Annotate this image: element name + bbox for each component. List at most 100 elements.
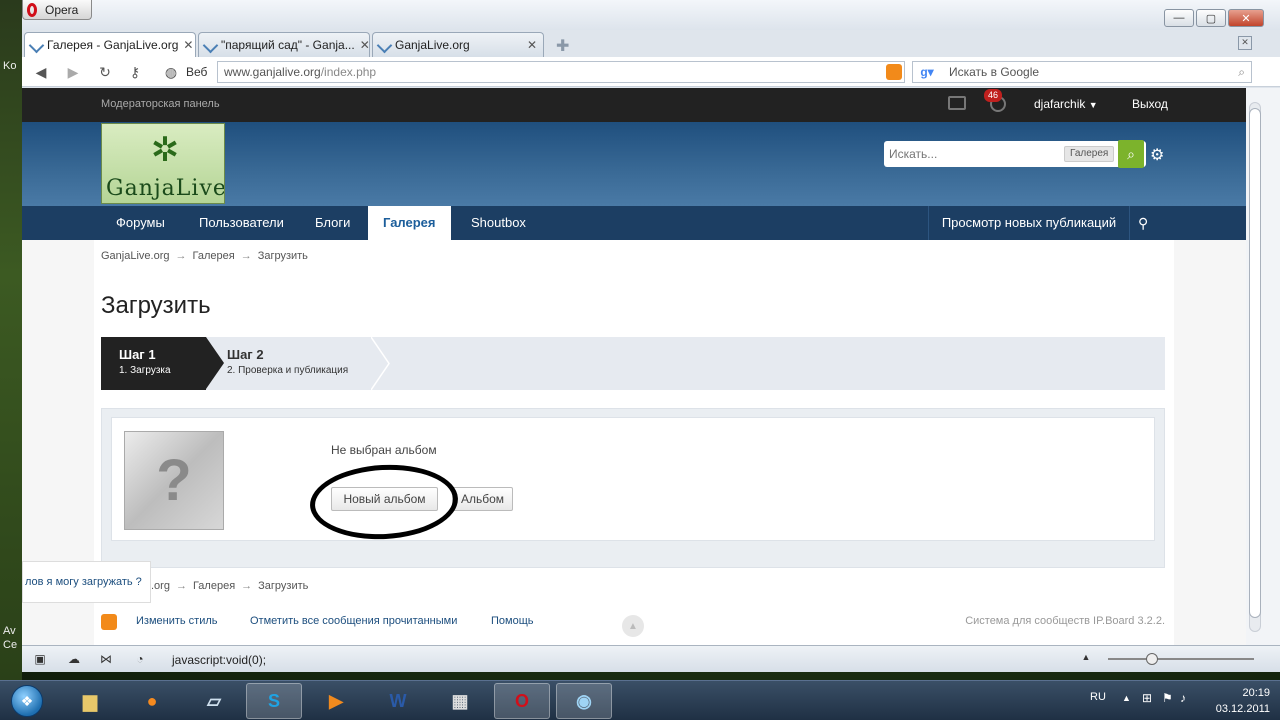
- key-icon[interactable]: ⚷: [126, 63, 144, 81]
- address-input[interactable]: www.ganjalive.org /index.php: [217, 61, 905, 83]
- upload-help-popup[interactable]: лов я могу загружать ?: [22, 561, 151, 603]
- nav-shoutbox[interactable]: Shoutbox: [456, 206, 541, 240]
- globe-taskbar-icon[interactable]: ◉: [556, 683, 612, 719]
- globe-icon: ◍: [164, 63, 178, 80]
- desktop-label: Ko: [3, 60, 17, 72]
- notification-badge: 46: [984, 89, 1003, 102]
- new-tab-icon[interactable]: ✚: [556, 36, 569, 56]
- back-icon[interactable]: ◀: [32, 63, 50, 81]
- breadcrumb-item[interactable]: GanjaLive.org: [101, 250, 170, 262]
- rss-icon[interactable]: [101, 614, 117, 630]
- cloud-icon[interactable]: ☁: [66, 652, 82, 666]
- site-footer: Изменить стиль Отметить все сообщения пр…: [101, 606, 1165, 637]
- nav-gallery[interactable]: Галерея: [368, 206, 451, 240]
- zoom-slider[interactable]: [1108, 653, 1254, 665]
- reload-icon[interactable]: ↻: [96, 63, 114, 81]
- clock[interactable]: 20:19 03.12.2011: [1216, 685, 1270, 717]
- page-scrollbar[interactable]: [1246, 88, 1280, 645]
- envelope-icon[interactable]: [948, 96, 966, 110]
- nav-blogs[interactable]: Блоги: [300, 206, 365, 240]
- tab-ganjalive[interactable]: GanjaLive.org ✕: [372, 32, 544, 57]
- status-bar: ▣ ☁ ⋈ ◔ javascript:void(0); ▲: [22, 645, 1280, 672]
- close-tab-icon[interactable]: ✕: [183, 38, 193, 52]
- opera-icon: [27, 2, 37, 17]
- user-menu[interactable]: djafarchik ▼: [1034, 97, 1098, 111]
- scroll-thumb[interactable]: [1249, 108, 1261, 618]
- breadcrumb-item[interactable]: Галерея: [193, 580, 235, 592]
- search-input[interactable]: g▾ Искать в Google ⌕: [912, 61, 1252, 83]
- word-icon[interactable]: W: [370, 683, 426, 719]
- location-pin-icon[interactable]: ⚲: [1138, 215, 1148, 232]
- skype-icon[interactable]: S: [246, 683, 302, 719]
- nav-forums[interactable]: Форумы: [101, 206, 180, 240]
- new-content-link[interactable]: Просмотр новых публикаций: [928, 206, 1130, 240]
- maximize-button[interactable]: ▢: [1196, 9, 1226, 27]
- tab-label: Галерея - GanjaLive.org: [47, 38, 179, 52]
- help-link[interactable]: Помощь: [491, 615, 534, 627]
- opera-menu-button[interactable]: Opera: [22, 0, 92, 20]
- site-logo[interactable]: ✲ GanjaLive: [101, 123, 225, 204]
- panel-toggle-icon[interactable]: ▣: [32, 652, 48, 666]
- breadcrumb-item[interactable]: .org: [151, 580, 170, 592]
- change-style-link[interactable]: Изменить стиль: [136, 615, 218, 627]
- language-indicator[interactable]: RU: [1090, 691, 1106, 703]
- step-title: Шаг 1: [119, 347, 156, 362]
- share-icon[interactable]: ⋈: [98, 652, 114, 666]
- step-arrow: [206, 337, 224, 389]
- firefox-icon[interactable]: ●: [124, 683, 180, 719]
- gear-icon[interactable]: ⚙: [1150, 145, 1164, 165]
- clock-time: 20:19: [1242, 687, 1270, 699]
- step-subtitle: 2. Проверка и публикация: [227, 365, 349, 376]
- close-window-button[interactable]: ✕: [1228, 9, 1264, 27]
- tab-bar: Галерея - GanjaLive.org ✕ "парящий сад" …: [22, 30, 1280, 57]
- google-icon[interactable]: g▾: [913, 63, 941, 81]
- opera-menu-label: Opera: [45, 2, 79, 17]
- zoom-up-icon[interactable]: ▲: [1078, 652, 1094, 666]
- rss-icon[interactable]: [886, 64, 902, 80]
- breadcrumb-item[interactable]: Галерея: [193, 250, 235, 262]
- zoom-slider-knob[interactable]: [1146, 653, 1158, 665]
- logout-link[interactable]: Выход: [1132, 97, 1168, 111]
- media-player-classic-icon[interactable]: ▦: [432, 683, 488, 719]
- tab-floating-garden[interactable]: "парящий сад" - Ganja... ✕: [198, 32, 370, 57]
- opera-taskbar-icon[interactable]: O: [494, 683, 550, 719]
- scroll-top-icon[interactable]: ▲: [622, 615, 644, 637]
- moderator-panel-link[interactable]: Модераторская панель: [101, 98, 220, 110]
- main-nav: Форумы Пользователи Блоги Галерея Shoutb…: [22, 206, 1246, 240]
- arrow-right-icon: →: [240, 250, 252, 262]
- tab-label: GanjaLive.org: [395, 38, 470, 52]
- arrow-right-icon: →: [175, 250, 187, 262]
- close-tab-icon[interactable]: ✕: [527, 38, 537, 52]
- flag-icon[interactable]: ⚑: [1162, 691, 1173, 705]
- opera-window: Opera — ▢ ✕ Галерея - GanjaLive.org ✕ "п…: [22, 0, 1280, 672]
- taskbar: ❖ ▆ ● ▱ S ▶ W ▦ O ◉ RU ▲ ⊞ ⚑ ♪ 20:19 03.…: [0, 680, 1280, 720]
- tab-gallery[interactable]: Галерея - GanjaLive.org ✕: [24, 32, 196, 57]
- site-search-input[interactable]: [884, 147, 1059, 161]
- page-title: Загрузить: [101, 292, 211, 319]
- trash-icon[interactable]: ✕: [1238, 36, 1252, 50]
- search-icon: ⌕: [1127, 145, 1135, 162]
- search-icon[interactable]: ⌕: [1238, 65, 1251, 80]
- explorer-icon[interactable]: ▆: [62, 683, 118, 719]
- address-prefix: Веб: [186, 65, 208, 79]
- site-header: ✲ GanjaLive Галерея ⌕ ⚙: [22, 122, 1246, 206]
- forward-icon[interactable]: ▶: [64, 63, 82, 81]
- album-button[interactable]: Альбом: [452, 487, 513, 511]
- minimize-button[interactable]: —: [1164, 9, 1194, 27]
- start-button[interactable]: ❖: [4, 681, 50, 720]
- network-icon[interactable]: ⊞: [1142, 691, 1152, 705]
- close-tab-icon[interactable]: ✕: [360, 38, 369, 52]
- media-player-icon[interactable]: ▶: [308, 683, 364, 719]
- mark-read-link[interactable]: Отметить все сообщения прочитанными: [250, 615, 457, 627]
- nav-users[interactable]: Пользователи: [184, 206, 299, 240]
- tray-expand-icon[interactable]: ▲: [1122, 693, 1131, 703]
- breadcrumb-item: Загрузить: [257, 250, 308, 262]
- search-button[interactable]: ⌕: [1118, 140, 1144, 168]
- step-1: Шаг 1 1. Загрузка: [101, 337, 206, 390]
- ganjalive-favicon-icon: [202, 37, 219, 53]
- tab-label: "парящий сад" - Ganja...: [221, 38, 355, 52]
- speaker-icon[interactable]: ♪: [1180, 691, 1186, 705]
- speed-dial-icon[interactable]: ◔: [132, 652, 148, 666]
- notepad-icon[interactable]: ▱: [186, 683, 242, 719]
- search-scope-badge[interactable]: Галерея: [1064, 146, 1115, 162]
